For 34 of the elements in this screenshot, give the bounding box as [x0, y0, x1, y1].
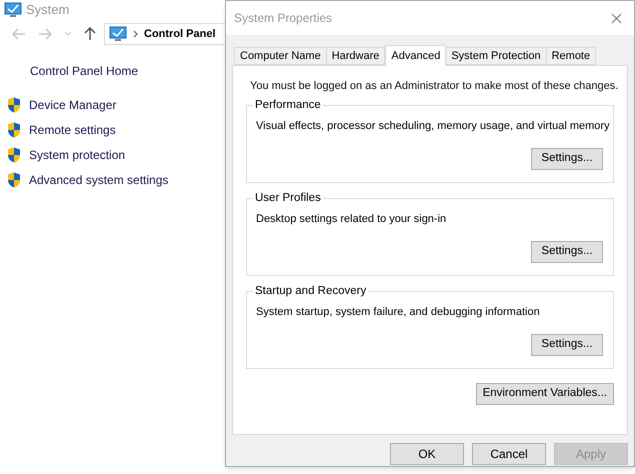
- computer-icon: [109, 26, 127, 42]
- sidebar-link[interactable]: Remote settings: [29, 121, 116, 139]
- tab[interactable]: Advanced: [385, 45, 446, 66]
- sidebar-link[interactable]: System protection: [29, 146, 126, 164]
- tab[interactable]: Computer Name: [234, 47, 327, 65]
- breadcrumb[interactable]: Control Panel: [144, 26, 216, 42]
- environment-variables-button[interactable]: Environment Variables...: [476, 382, 614, 404]
- shield-icon: [7, 122, 21, 138]
- dialog-button[interactable]: Cancel: [472, 443, 546, 465]
- dialog-title: System Properties: [234, 10, 332, 27]
- up-arrow-icon[interactable]: [84, 27, 96, 41]
- settings-button[interactable]: Settings...: [531, 334, 603, 356]
- tab[interactable]: Hardware: [326, 47, 386, 65]
- sidebar-link[interactable]: Advanced system settings: [29, 171, 168, 189]
- shield-icon: [7, 147, 21, 163]
- settings-button[interactable]: Settings...: [531, 241, 603, 263]
- group-description: Desktop settings related to your sign-in: [256, 212, 446, 226]
- home-link[interactable]: Control Panel Home: [30, 64, 138, 78]
- group-title: Startup and Recovery: [253, 284, 368, 298]
- sidebar-link[interactable]: Device Manager: [29, 96, 116, 114]
- settings-button[interactable]: Settings...: [531, 148, 603, 170]
- tab[interactable]: System Protection: [446, 47, 547, 65]
- group-description: Visual effects, processor scheduling, memory usage, and virtual memory: [256, 118, 610, 134]
- back-icon[interactable]: [12, 28, 26, 40]
- chevron-icon: [133, 30, 138, 38]
- group-description: System startup, system failure, and debugging information: [256, 304, 540, 320]
- shield-icon: [7, 97, 21, 113]
- window-title: System: [26, 1, 70, 20]
- forward-icon[interactable]: [38, 28, 52, 40]
- shield-icon: [7, 172, 21, 188]
- close-icon[interactable]: [611, 12, 622, 24]
- tab[interactable]: Remote: [546, 47, 596, 65]
- caret-icon[interactable]: [64, 31, 72, 37]
- dialog-button[interactable]: OK: [390, 443, 464, 465]
